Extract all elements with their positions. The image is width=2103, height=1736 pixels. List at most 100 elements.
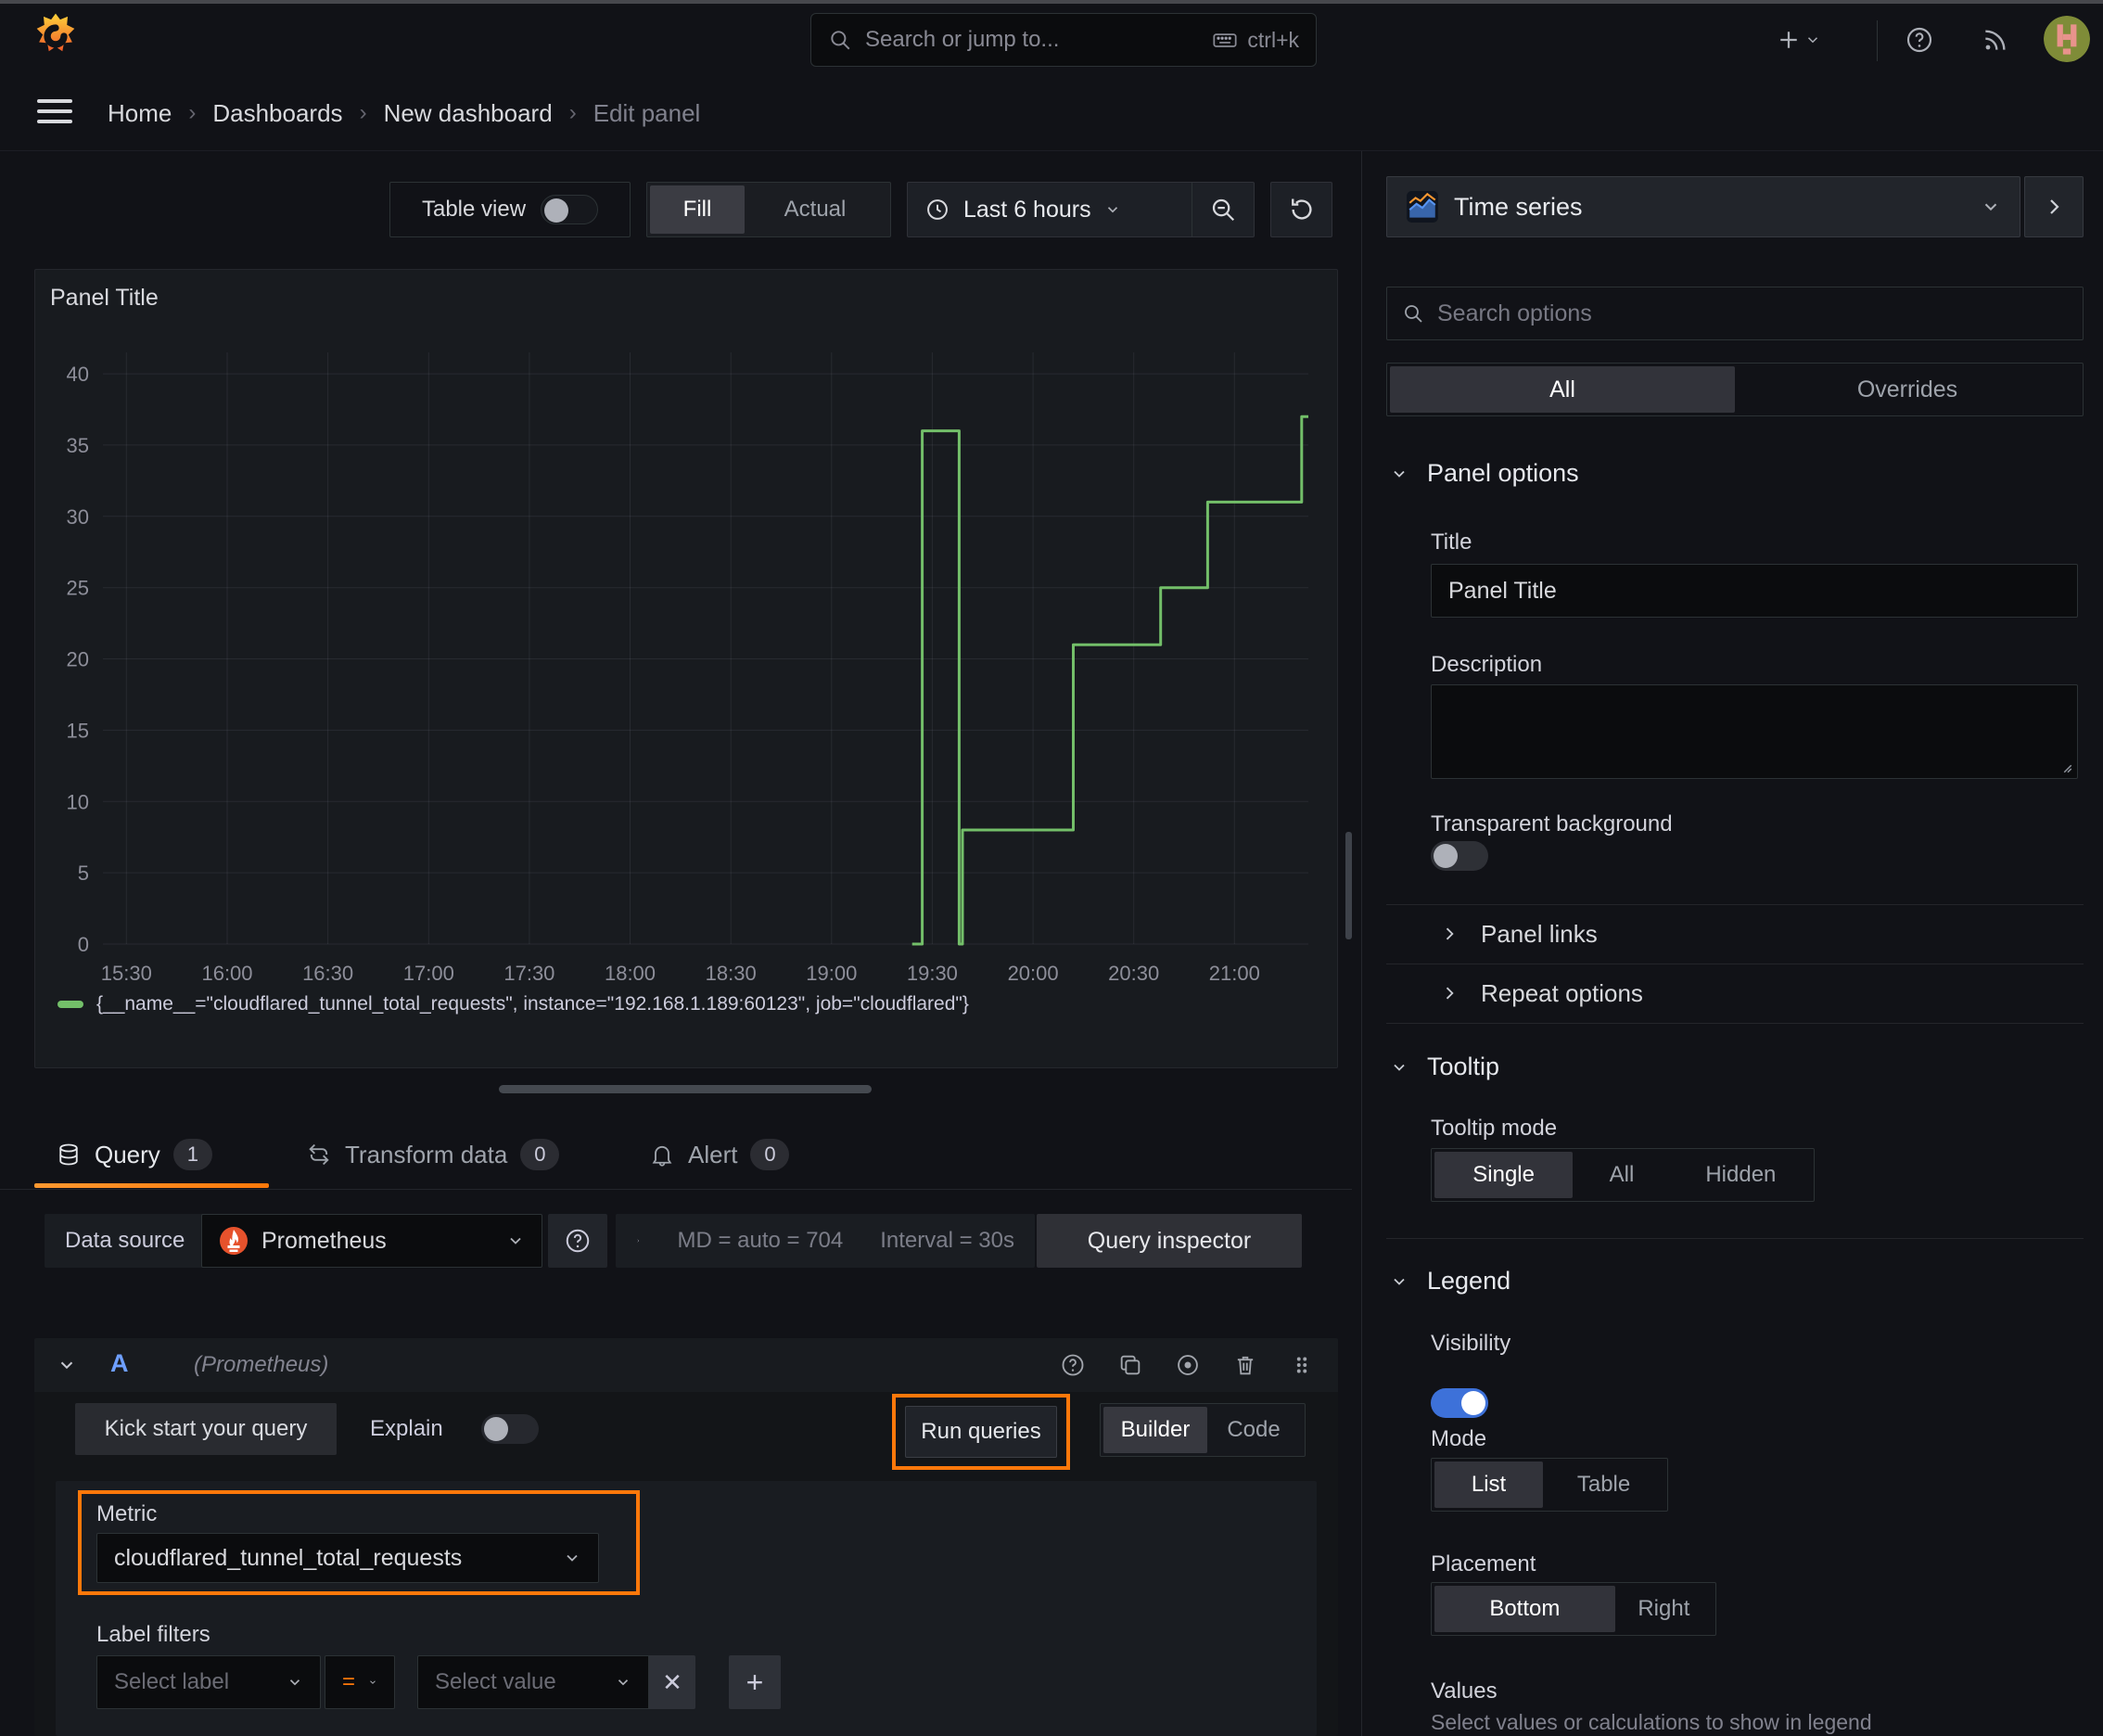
disable-query-icon[interactable]	[1175, 1352, 1201, 1378]
query-inspector-button[interactable]: Query inspector	[1037, 1214, 1302, 1268]
explain-toggle[interactable]	[481, 1414, 539, 1444]
tab-query[interactable]: Query 1	[56, 1131, 212, 1178]
legend-values-hint: Select values or calculations to show in…	[1431, 1710, 1872, 1734]
datasource-help-button[interactable]	[548, 1214, 607, 1268]
legend-bottom-option[interactable]: Bottom	[1434, 1586, 1615, 1632]
transparent-background-toggle[interactable]	[1431, 841, 1488, 871]
breadcrumb-new-dashboard[interactable]: New dashboard	[384, 99, 553, 128]
label-filters-label: Label filters	[96, 1622, 210, 1647]
refresh-icon	[1291, 198, 1312, 220]
repeat-options-section[interactable]: Repeat options	[1440, 964, 1643, 1023]
tooltip-section-header[interactable]: Tooltip	[1390, 1053, 1499, 1081]
panel-title-input[interactable]	[1431, 564, 2078, 618]
menu-toggle-button[interactable]	[37, 99, 72, 123]
x-axis-tick-label: 16:30	[302, 962, 353, 985]
search-icon	[831, 31, 850, 50]
breadcrumb-dashboards[interactable]: Dashboards	[212, 99, 342, 128]
x-axis-tick-label: 18:30	[706, 962, 757, 985]
toggle-viz-picker-button[interactable]	[2024, 176, 2084, 237]
chevron-down-icon	[1807, 37, 1818, 44]
panel-links-section[interactable]: Panel links	[1440, 904, 1598, 964]
help-icon	[1906, 27, 1932, 53]
time-range-button[interactable]: Last 6 hours	[908, 197, 1192, 223]
operator-dropdown[interactable]: =	[325, 1655, 395, 1709]
x-axis-tick-label: 18:00	[605, 962, 656, 985]
select-label-dropdown[interactable]: Select label	[96, 1655, 321, 1709]
query-row-header[interactable]: A (Prometheus)	[34, 1338, 1338, 1392]
panel-options-section-header[interactable]: Panel options	[1390, 459, 1579, 488]
metric-select[interactable]: cloudflared_tunnel_total_requests	[96, 1533, 599, 1583]
remove-filter-button[interactable]: ✕	[649, 1655, 695, 1709]
chevron-right-icon[interactable]	[636, 1231, 640, 1251]
kick-start-query-button[interactable]: Kick start your query	[75, 1403, 337, 1455]
select-value-dropdown[interactable]: Select value	[417, 1655, 649, 1709]
visualization-picker[interactable]: Time series	[1386, 176, 2020, 237]
search-input[interactable]	[865, 27, 1200, 53]
panel-resize-handle[interactable]	[499, 1085, 872, 1093]
tab-alert[interactable]: Alert 0	[649, 1131, 790, 1178]
chevron-down-icon	[510, 1237, 521, 1245]
chart-legend: {__name__="cloudflared_tunnel_total_requ…	[57, 993, 969, 1015]
chevron-down-icon	[1394, 1064, 1405, 1071]
query-help-icon[interactable]	[1060, 1352, 1086, 1378]
legend-section-header[interactable]: Legend	[1390, 1267, 1510, 1296]
legend-mode-switch: List Table	[1431, 1458, 1668, 1512]
refresh-button[interactable]	[1270, 182, 1332, 237]
run-queries-button[interactable]: Run queries	[905, 1406, 1057, 1458]
datasource-picker[interactable]: Prometheus	[201, 1214, 542, 1268]
datasource-label: Data source	[45, 1214, 206, 1268]
tooltip-mode-label: Tooltip mode	[1431, 1116, 1558, 1141]
tooltip-all-option[interactable]: All	[1573, 1152, 1670, 1198]
help-button[interactable]	[1893, 13, 1945, 67]
drag-handle-icon[interactable]	[1290, 1352, 1314, 1378]
fill-option[interactable]: Fill	[650, 185, 745, 234]
legend-visibility-toggle[interactable]	[1431, 1388, 1488, 1418]
tab-query-count: 1	[172, 1139, 212, 1170]
user-avatar[interactable]	[2044, 16, 2090, 62]
y-axis-tick-label: 25	[67, 577, 89, 600]
add-filter-button[interactable]: +	[729, 1655, 781, 1709]
section-divider	[1386, 1238, 2084, 1239]
global-search-input[interactable]: ctrl+k	[810, 13, 1317, 67]
news-button[interactable]	[1969, 13, 2021, 67]
y-axis-tick-label: 15	[67, 719, 89, 742]
prometheus-icon	[220, 1227, 248, 1255]
tab-overrides[interactable]: Overrides	[1735, 366, 2080, 413]
grafana-logo[interactable]	[32, 12, 80, 60]
query-options-row: MD = auto = 704 Interval = 30s	[616, 1214, 1035, 1268]
table-view-toggle[interactable]	[541, 195, 599, 224]
breadcrumb-bar: Home › Dashboards › New dashboard › Edit…	[0, 76, 2103, 211]
legend-right-option[interactable]: Right	[1615, 1586, 1713, 1632]
chevron-down-icon	[618, 1679, 629, 1686]
bell-icon	[652, 1145, 672, 1167]
search-shortcut: ctrl+k	[1212, 27, 1299, 53]
x-axis-tick-label: 19:30	[907, 962, 958, 985]
delete-query-icon[interactable]	[1232, 1352, 1258, 1378]
y-axis-tick-label: 30	[67, 505, 89, 529]
query-builder-panel: Metric cloudflared_tunnel_total_requests…	[56, 1481, 1317, 1736]
resize-corner-icon[interactable]	[2057, 758, 2073, 774]
main-scrollbar[interactable]	[1345, 832, 1352, 939]
builder-option[interactable]: Builder	[1103, 1407, 1207, 1453]
breadcrumb-home[interactable]: Home	[108, 99, 172, 128]
description-textarea[interactable]	[1431, 684, 2078, 779]
legend-series-label[interactable]: {__name__="cloudflared_tunnel_total_requ…	[96, 993, 969, 1015]
add-menu-button[interactable]	[1775, 13, 1821, 67]
legend-table-option[interactable]: Table	[1543, 1462, 1664, 1508]
actual-option[interactable]: Actual	[745, 185, 886, 234]
chevron-down-icon	[289, 1679, 300, 1686]
search-options-field[interactable]	[1386, 287, 2084, 340]
time-series-chart[interactable]: 0 5 10 15 20 25 30 35 40 15:30 16:00 16:30 17:00 17:3…	[35, 270, 1337, 1067]
tooltip-hidden-option[interactable]: Hidden	[1671, 1152, 1811, 1198]
duplicate-query-icon[interactable]	[1117, 1352, 1143, 1378]
query-ref-id[interactable]: A	[110, 1349, 129, 1378]
tooltip-single-option[interactable]: Single	[1434, 1152, 1574, 1198]
tab-transform-data[interactable]: Transform data 0	[306, 1131, 560, 1178]
tab-all-options[interactable]: All	[1390, 366, 1735, 413]
collapse-query-icon[interactable]	[57, 1355, 77, 1375]
search-options-input[interactable]	[1437, 300, 2068, 327]
active-tab-indicator	[34, 1183, 269, 1188]
legend-list-option[interactable]: List	[1434, 1462, 1544, 1508]
code-option[interactable]: Code	[1207, 1407, 1300, 1453]
zoom-out-button[interactable]	[1192, 196, 1254, 223]
